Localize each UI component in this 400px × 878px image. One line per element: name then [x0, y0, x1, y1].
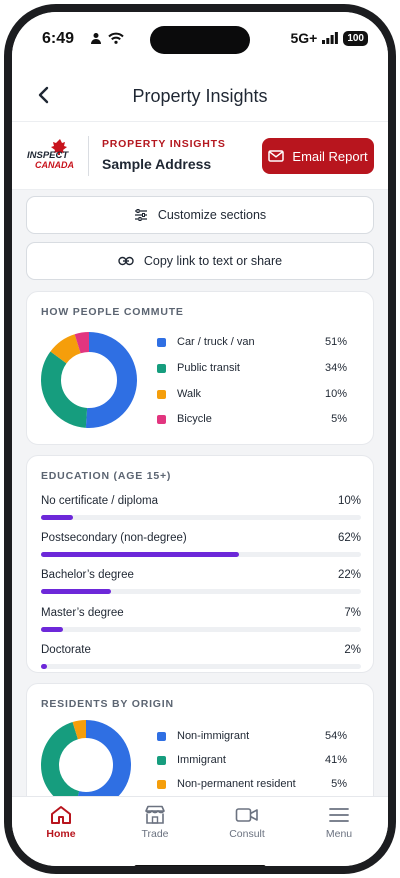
origin-card: RESIDENTS BY ORIGIN Non-immigrant 54% Im…	[26, 683, 374, 796]
link-icon	[118, 256, 134, 266]
home-icon	[51, 806, 71, 824]
inspect-canada-logo: INSPECT CANADA	[27, 139, 74, 170]
status-time: 6:49	[42, 30, 75, 47]
progress-track	[41, 552, 361, 557]
signal-icon	[322, 32, 339, 44]
progress-track	[41, 515, 361, 520]
tab-home[interactable]: Home	[14, 805, 108, 845]
legend-swatch	[157, 780, 166, 789]
origin-donut-chart	[41, 720, 131, 796]
education-row: Doctorate 2%	[41, 644, 361, 676]
education-card: EDUCATION (AGE 15+) No certificate / dip…	[26, 455, 374, 673]
email-report-label: Email Report	[292, 148, 368, 164]
battery-icon: 100	[343, 30, 368, 46]
commute-legend-item: Public transit 34%	[157, 361, 347, 377]
progress-fill	[41, 664, 48, 669]
progress-fill	[41, 627, 64, 632]
menu-icon	[329, 808, 349, 822]
tab-trade[interactable]: Trade	[108, 805, 202, 845]
progress-track	[41, 627, 361, 632]
education-row: Bachelor’s degree 22%	[41, 569, 361, 601]
screen: 6:49 5G+ 100 Property Insights INSPECT C…	[12, 12, 388, 866]
progress-fill	[41, 589, 112, 594]
legend-swatch	[157, 732, 166, 741]
progress-fill	[41, 515, 73, 520]
legend-swatch	[157, 756, 166, 765]
education-title: EDUCATION (AGE 15+)	[41, 470, 172, 482]
phone-frame: 6:49 5G+ 100 Property Insights INSPECT C…	[4, 4, 396, 874]
legend-swatch	[157, 364, 166, 373]
content-scroll[interactable]: Customize sections Copy link to text or …	[12, 190, 388, 796]
commute-legend-item: Walk 10%	[157, 387, 347, 403]
brand-bar: INSPECT CANADA PROPERTY INSIGHTS Sample …	[12, 122, 388, 190]
tab-menu[interactable]: Menu	[292, 805, 386, 845]
tab-consult[interactable]: Consult	[200, 805, 294, 845]
origin-legend-item: Non-permanent resident 5%	[157, 777, 347, 793]
network-label: 5G+	[290, 30, 318, 46]
dynamic-island	[150, 26, 250, 54]
person-icon	[91, 33, 101, 44]
sliders-icon	[134, 209, 147, 221]
store-icon	[145, 805, 165, 824]
legend-swatch	[157, 338, 166, 347]
origin-legend-item: Non-immigrant 54%	[157, 729, 347, 745]
origin-legend-item: Immigrant 41%	[157, 753, 347, 769]
home-indicator	[134, 865, 266, 866]
wifi-icon	[108, 32, 124, 44]
progress-track	[41, 664, 361, 669]
page-title: Property Insights	[132, 86, 268, 106]
brand-kicker: PROPERTY INSIGHTS	[102, 138, 226, 150]
legend-swatch	[157, 415, 166, 424]
education-row: Master’s degree 7%	[41, 607, 361, 639]
logo-text-bottom: CANADA	[35, 160, 74, 170]
education-row: No certificate / diploma 10%	[41, 495, 361, 527]
tab-bar: Home Trade Consult Menu	[12, 796, 388, 866]
share-link-label: Copy link to text or share	[143, 254, 283, 268]
commute-card: HOW PEOPLE COMMUTE Car / truck / van 51%…	[26, 291, 374, 445]
mail-icon	[268, 150, 285, 162]
share-link-button[interactable]: Copy link to text or share	[26, 242, 374, 280]
legend-swatch	[157, 390, 166, 399]
customize-sections-label: Customize sections	[157, 208, 267, 222]
video-icon	[235, 808, 258, 822]
commute-legend-item: Bicycle 5%	[157, 412, 347, 428]
email-report-button[interactable]: Email Report	[262, 138, 374, 174]
progress-fill	[41, 552, 240, 557]
nav-header: Property Insights	[12, 68, 388, 122]
status-bar: 6:49 5G+ 100	[12, 12, 388, 68]
commute-title: HOW PEOPLE COMMUTE	[41, 306, 184, 318]
property-address: Sample Address	[102, 156, 212, 172]
brand-divider	[88, 136, 89, 176]
commute-donut-chart	[41, 332, 137, 428]
commute-legend-item: Car / truck / van 51%	[157, 335, 347, 351]
origin-title: RESIDENTS BY ORIGIN	[41, 698, 174, 710]
customize-sections-button[interactable]: Customize sections	[26, 196, 374, 234]
education-row: Postsecondary (non-degree) 62%	[41, 532, 361, 564]
progress-track	[41, 589, 361, 594]
